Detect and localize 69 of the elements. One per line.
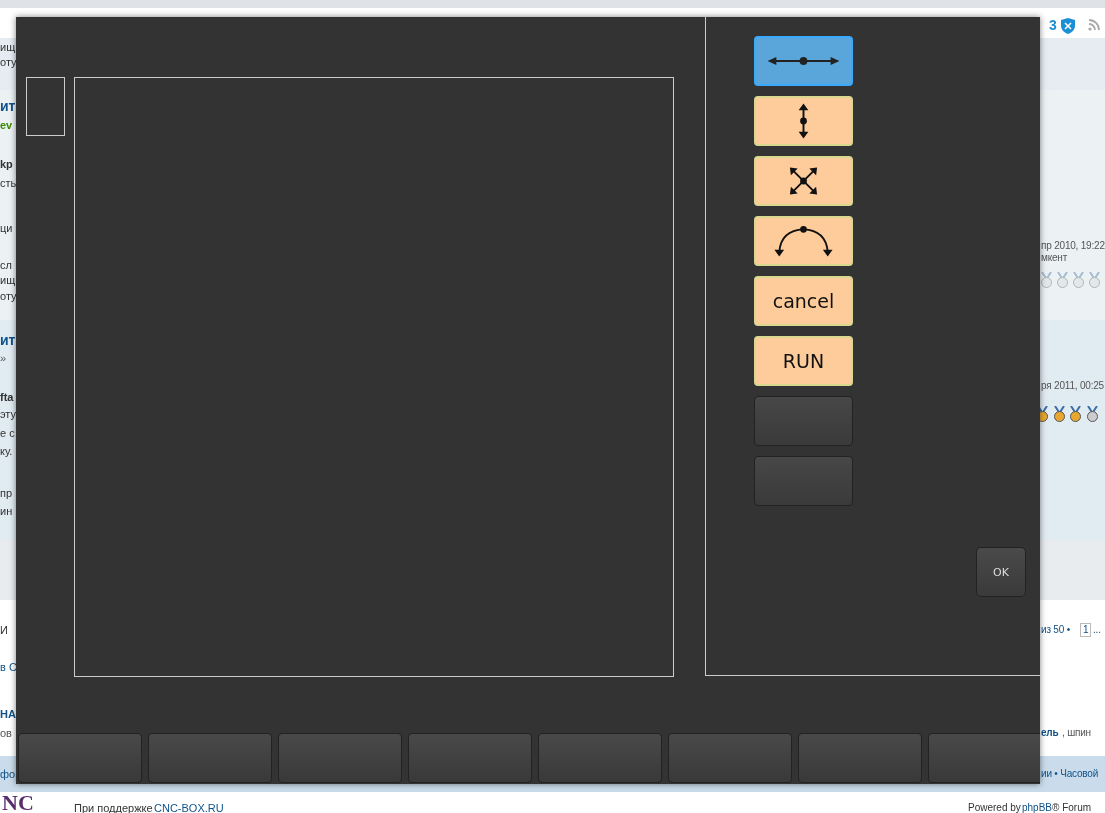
soft-key[interactable] [928, 733, 1040, 783]
page-text-fragment: » [0, 351, 7, 365]
page-text-fragment: пр [0, 486, 13, 500]
empty-button[interactable] [754, 396, 853, 446]
medal-icon [1053, 406, 1066, 422]
page-text-fragment: сть [0, 176, 17, 190]
soft-key[interactable] [408, 733, 532, 783]
page-text-fragment[interactable]: ии • Часовой [1041, 767, 1099, 781]
horizontal-arrow-icon [767, 57, 840, 65]
medal-icon [1040, 272, 1053, 288]
soft-key[interactable] [798, 733, 922, 783]
page-text-fragment: ищ [0, 273, 16, 287]
page-text-fragment: ку. [0, 444, 13, 458]
footer-link[interactable]: CNC-BOX.RU [154, 801, 224, 813]
page-text-fragment: ов [0, 726, 12, 740]
preview-panel [26, 77, 65, 136]
page-text-fragment: ель [1041, 726, 1059, 740]
soft-key[interactable] [538, 733, 662, 783]
empty-button[interactable] [754, 456, 853, 506]
page-text-fragment: НА [0, 707, 16, 721]
page-text-fragment: в С [0, 660, 17, 674]
notification-count[interactable]: 3 [1049, 18, 1057, 32]
medal-icon [1056, 272, 1069, 288]
logo[interactable]: NC [2, 793, 34, 813]
page-text-fragment: оту [0, 289, 17, 303]
medal-icon [1072, 272, 1085, 288]
page-text-fragment: И [0, 623, 8, 637]
tool-button[interactable] [754, 36, 853, 86]
page-text-fragment: сл [0, 258, 12, 272]
vertical-arrow-icon [798, 103, 809, 139]
page-text-fragment: fta [0, 390, 14, 404]
tool-button[interactable] [754, 96, 853, 146]
page-text-fragment: kp [0, 157, 13, 171]
page-text-fragment: эту [0, 407, 17, 421]
medal-icon [1069, 406, 1082, 422]
tool-button[interactable]: cancel [754, 276, 853, 326]
shield-icon[interactable] [1061, 18, 1075, 34]
page-text-fragment: ин [0, 504, 13, 518]
medal-icon [1086, 406, 1099, 422]
page-text-fragment: пр 2010, 19:22 [1041, 239, 1105, 253]
expand-arrows-icon [789, 167, 818, 195]
footer-link[interactable]: phpBB [1022, 801, 1053, 813]
page-text-fragment: ит [0, 99, 16, 113]
tool-button[interactable]: RUN [754, 336, 853, 386]
page-text-fragment: оту [0, 55, 17, 69]
soft-key[interactable] [148, 733, 272, 783]
page-text-fragment: е с [0, 426, 15, 440]
page-text-fragment: ит [0, 333, 16, 347]
page-text-fragment: , шпин [1062, 726, 1091, 740]
footer-text: ® Forum [1052, 801, 1092, 813]
page-text-fragment: ev [0, 118, 13, 132]
soft-key[interactable] [278, 733, 402, 783]
page-text-fragment: фо [0, 767, 16, 781]
page-text-fragment: ищ [0, 40, 16, 54]
page-text-fragment[interactable]: 1 [1080, 623, 1092, 637]
page-text-fragment: мкент [1041, 251, 1068, 265]
page-text-fragment[interactable]: из 50 • [1041, 623, 1070, 637]
page-text-fragment: ци [0, 221, 13, 235]
page-text-fragment: ря 2011, 00:25 [1041, 379, 1104, 393]
medal-icon [1088, 272, 1101, 288]
tool-button[interactable] [754, 216, 853, 266]
soft-key[interactable] [668, 733, 792, 783]
rss-icon[interactable] [1088, 19, 1100, 31]
tool-button[interactable] [754, 156, 853, 206]
footer-text: Powered by [968, 801, 1021, 813]
page-text-fragment[interactable]: ... [1093, 623, 1101, 637]
arc-arrow-icon [774, 225, 833, 257]
soft-key[interactable] [18, 733, 142, 783]
ok-button[interactable]: OK [976, 547, 1026, 597]
